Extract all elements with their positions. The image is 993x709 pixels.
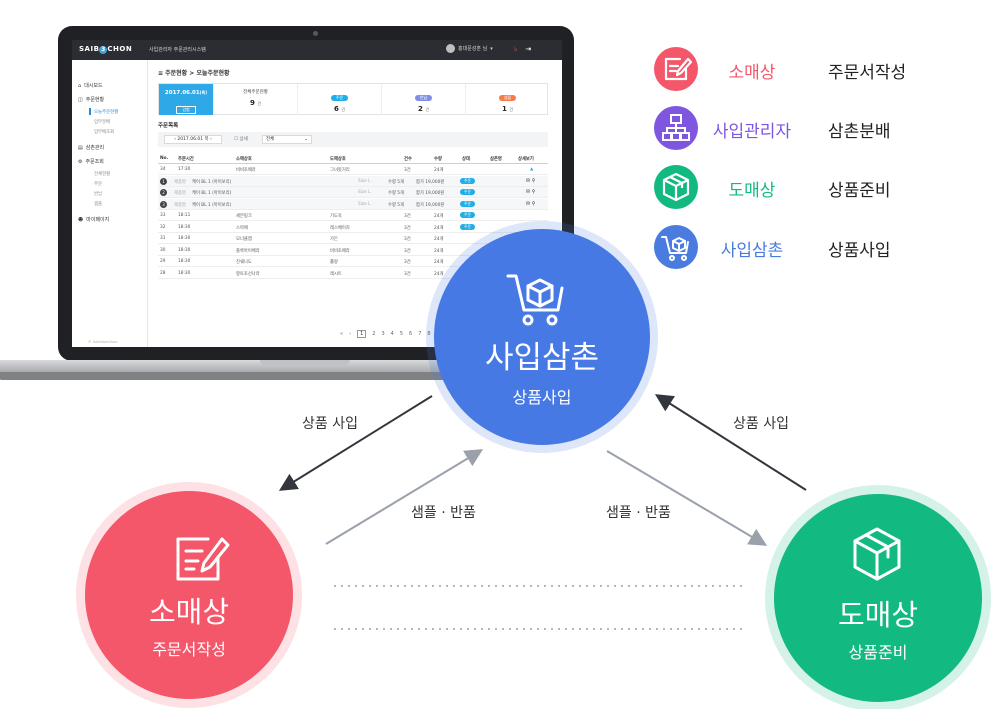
retail-circle-label: 소매상 주문서작성 <box>89 594 289 660</box>
center-circle-label: 사입삼촌 상품사입 <box>442 338 642 408</box>
flow-label-sample-left: 샘플 · 반품 <box>411 505 476 521</box>
center-circle-title: 사입삼촌 <box>484 340 600 376</box>
flow-label-buy-right: 상품 사입 <box>733 416 789 432</box>
wholesale-circle-title: 도매상 <box>837 598 919 632</box>
arrow-wholesale-to-center <box>654 394 807 491</box>
flow-label-sample-right: 샘플 · 반품 <box>606 505 671 521</box>
wholesale-circle-subtitle: 상품준비 <box>848 643 908 662</box>
arrow-center-to-wholesale <box>606 450 768 546</box>
center-circle-subtitle: 상품사입 <box>512 388 572 407</box>
arrow-retail-to-center <box>325 449 484 545</box>
retail-circle-subtitle: 주문서작성 <box>152 640 226 659</box>
center-circle <box>434 229 650 445</box>
flow-label-buy-left: 상품 사입 <box>302 416 358 432</box>
arrow-center-to-retail <box>278 395 433 491</box>
retail-circle-title: 소매상 <box>148 595 230 629</box>
wholesale-circle-label: 도매상 상품준비 <box>778 597 978 663</box>
